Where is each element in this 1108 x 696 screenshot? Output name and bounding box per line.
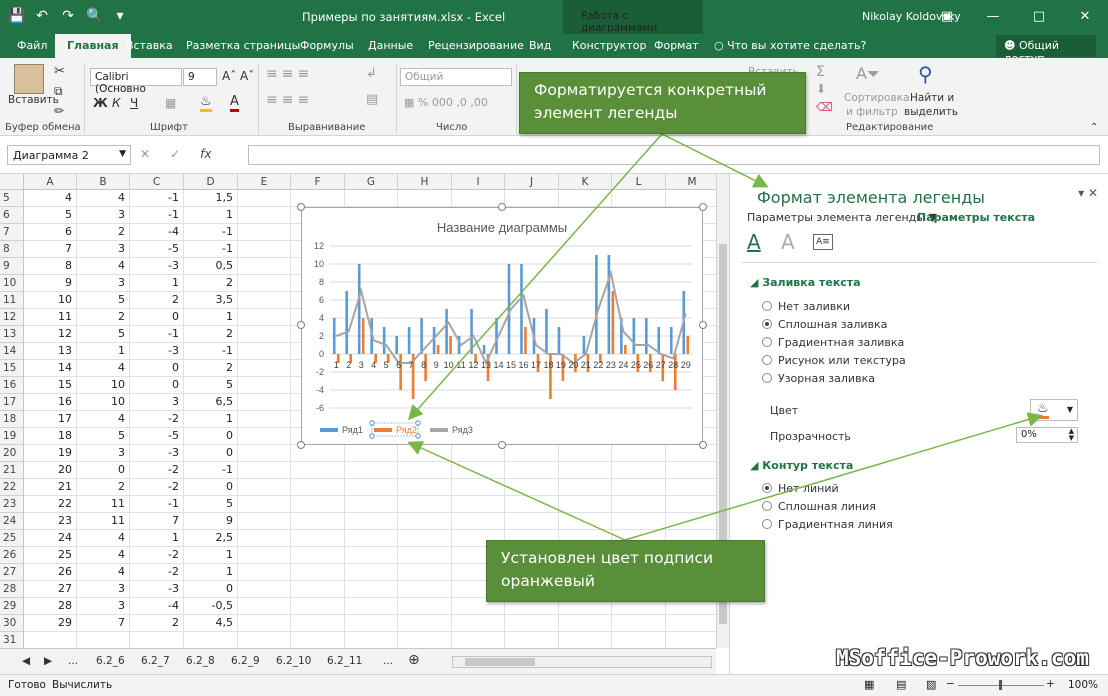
arrow-to-color-picker — [624, 412, 1043, 541]
arrow-to-legend-label — [407, 441, 626, 541]
callout-bottom: Установлен цвет подписи оранжевый — [486, 540, 765, 602]
arrow-to-pane-title — [661, 133, 769, 188]
tab-format[interactable]: Формат — [654, 39, 699, 52]
watermark: MSoffice-Prowork.com — [836, 646, 1089, 670]
callout-top: Форматируется конкретный элемент легенды — [519, 72, 806, 134]
tab-design[interactable]: Конструктор — [572, 39, 646, 52]
arrow-to-legend-entry — [408, 133, 663, 421]
